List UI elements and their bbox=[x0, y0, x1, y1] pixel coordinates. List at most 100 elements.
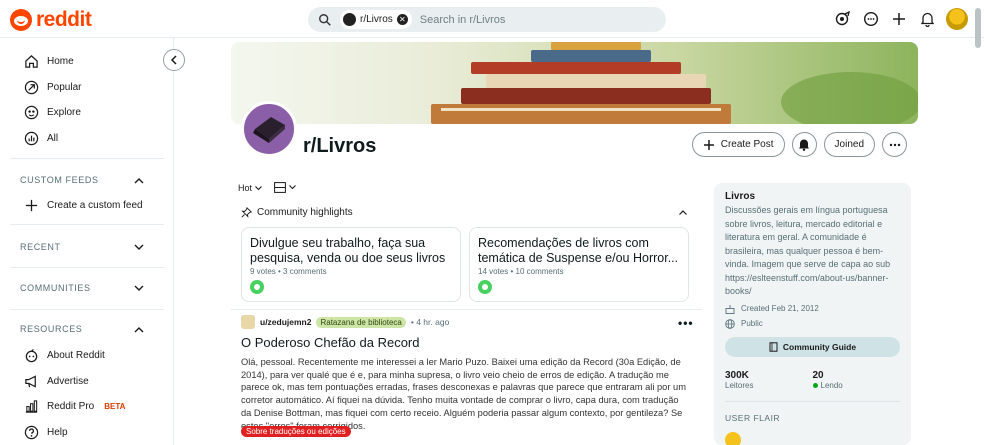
sidebar-item-about-reddit[interactable]: About Reddit bbox=[24, 345, 105, 365]
sidebar-item-label: Help bbox=[47, 426, 68, 438]
online-dot-icon bbox=[812, 382, 818, 388]
post-title[interactable]: O Poderoso Chefão da Record bbox=[241, 335, 420, 350]
joined-label: Joined bbox=[834, 139, 864, 150]
search-scope-label: r/Livros bbox=[360, 14, 393, 25]
sort-dropdown[interactable]: Hot bbox=[238, 183, 262, 193]
custom-feeds-section-toggle[interactable]: CUSTOM FEEDS bbox=[20, 173, 144, 187]
post-author[interactable]: u/zedujemn2 bbox=[260, 317, 311, 327]
visibility-row: Public bbox=[725, 318, 900, 329]
sidebar-item-all[interactable]: All bbox=[24, 128, 58, 148]
remove-scope-icon[interactable]: ✕ bbox=[396, 14, 408, 25]
create-custom-feed-label: Create a custom feed bbox=[47, 199, 143, 211]
visibility-label: Public bbox=[741, 319, 763, 328]
sidebar-item-label: Reddit Pro bbox=[47, 400, 95, 412]
post-flair[interactable]: Sobre traduções ou edições bbox=[241, 426, 351, 437]
pinned-badge-icon bbox=[250, 280, 264, 294]
subreddit-name: r/Livros bbox=[303, 135, 377, 157]
sidebar-item-label: About Reddit bbox=[47, 349, 105, 361]
book-icon bbox=[253, 117, 285, 143]
sort-label: Hot bbox=[238, 183, 253, 193]
all-icon bbox=[24, 131, 39, 145]
globe-icon bbox=[725, 318, 735, 329]
pin-icon bbox=[241, 207, 252, 218]
collapse-sidebar-button[interactable] bbox=[163, 49, 185, 71]
advertise-icon[interactable] bbox=[834, 10, 852, 28]
search-scope-chip[interactable]: r/Livros ✕ bbox=[340, 10, 412, 29]
community-highlights-header[interactable]: Community highlights bbox=[241, 207, 687, 218]
joined-button[interactable]: Joined bbox=[823, 132, 875, 157]
members-count: 300K bbox=[725, 369, 749, 381]
sidebar-item-explore[interactable]: Explore bbox=[24, 102, 81, 122]
highlight-title: Recomendações de livros com temática de … bbox=[478, 236, 679, 265]
chevron-left-icon bbox=[170, 55, 177, 65]
subreddit-avatar bbox=[241, 101, 297, 157]
highlight-votes: 9 votes bbox=[250, 267, 276, 276]
subreddit-chip-avatar bbox=[343, 13, 356, 26]
resources-title: RESOURCES bbox=[20, 324, 83, 334]
highlight-comments: 10 comments bbox=[515, 267, 564, 276]
megaphone-icon bbox=[25, 374, 36, 388]
community-highlights-title: Community highlights bbox=[257, 207, 353, 218]
sidebar-item-label: Explore bbox=[47, 106, 81, 118]
sidebar-divider bbox=[10, 224, 164, 225]
author-avatar[interactable] bbox=[241, 315, 255, 329]
highlight-title: Divulgue seu trabalho, faça sua pesquisa… bbox=[250, 236, 446, 265]
create-custom-feed-button[interactable]: Create a custom feed bbox=[24, 195, 143, 215]
members-stat: 300K Leitores bbox=[725, 370, 813, 390]
chevron-down-icon bbox=[134, 244, 144, 250]
bell-icon bbox=[799, 139, 810, 151]
left-sidebar: Home Popular Explore All CUSTOM FEEDS Cr… bbox=[0, 38, 174, 445]
subreddit-actions: Create Post Joined bbox=[691, 132, 907, 157]
sidebar-item-help[interactable]: Help bbox=[24, 422, 68, 442]
post-more-options-icon[interactable]: ••• bbox=[678, 316, 694, 330]
home-icon bbox=[25, 54, 38, 68]
chevron-down-icon bbox=[255, 185, 262, 190]
sidebar-item-popular[interactable]: Popular bbox=[24, 77, 81, 97]
community-guide-button[interactable]: Community Guide bbox=[725, 336, 900, 357]
created-row: Created Feb 21, 2012 bbox=[725, 304, 900, 314]
sidebar-divider bbox=[10, 309, 164, 310]
user-flair-avatar[interactable] bbox=[725, 431, 741, 445]
books-banner-image bbox=[431, 42, 918, 124]
feed-divider bbox=[231, 309, 701, 310]
about-description: Discussões gerais em língua portuguesa s… bbox=[725, 205, 891, 296]
community-guide-label: Community Guide bbox=[782, 341, 857, 352]
user-avatar[interactable] bbox=[946, 8, 968, 30]
user-flair-title: USER FLAIR bbox=[725, 412, 781, 423]
pinned-badge-icon bbox=[478, 280, 492, 294]
sidebar-item-advertise[interactable]: Advertise bbox=[24, 371, 89, 391]
more-options-button[interactable] bbox=[882, 132, 907, 157]
cake-icon bbox=[725, 304, 735, 314]
custom-feeds-title: CUSTOM FEEDS bbox=[20, 175, 99, 185]
highlight-card[interactable]: Divulgue seu trabalho, faça sua pesquisa… bbox=[241, 227, 461, 302]
sidebar-item-reddit-pro[interactable]: Reddit Pro BETA bbox=[24, 396, 125, 416]
search-bar[interactable]: r/Livros ✕ bbox=[308, 7, 666, 32]
help-icon bbox=[24, 425, 39, 439]
user-flair: Ratazana de biblioteca bbox=[316, 316, 406, 328]
reddit-logo[interactable]: reddit bbox=[10, 8, 92, 32]
sidebar-item-label: All bbox=[47, 132, 59, 144]
about-icon bbox=[25, 348, 38, 362]
card-view-icon bbox=[274, 182, 286, 193]
chat-icon[interactable] bbox=[862, 10, 880, 28]
highlight-meta: 14 votes • 10 comments bbox=[478, 267, 564, 276]
online-count: 20 bbox=[812, 369, 824, 381]
communities-section-toggle[interactable]: COMMUNITIES bbox=[20, 281, 144, 295]
chevron-up-icon bbox=[679, 210, 687, 215]
online-label-row: Lendo bbox=[812, 381, 901, 390]
chevron-down-icon bbox=[289, 185, 296, 190]
notifications-bell-icon[interactable] bbox=[918, 10, 936, 28]
highlight-card[interactable]: Recomendações de livros com temática de … bbox=[469, 227, 689, 302]
notification-bell-button[interactable] bbox=[791, 132, 817, 157]
create-post-button[interactable]: Create Post bbox=[691, 132, 785, 157]
beta-badge: BETA bbox=[104, 401, 126, 411]
sidebar-item-home[interactable]: Home bbox=[24, 51, 74, 71]
recent-section-toggle[interactable]: RECENT bbox=[20, 240, 144, 254]
logo-text: reddit bbox=[36, 8, 92, 31]
resources-section-toggle[interactable]: RESOURCES bbox=[20, 322, 144, 336]
view-dropdown[interactable] bbox=[274, 182, 296, 193]
search-input[interactable] bbox=[419, 13, 620, 26]
post-time-value: 4 hr. ago bbox=[416, 317, 450, 327]
page-scrollbar[interactable] bbox=[975, 8, 981, 48]
create-plus-icon[interactable] bbox=[890, 10, 908, 28]
